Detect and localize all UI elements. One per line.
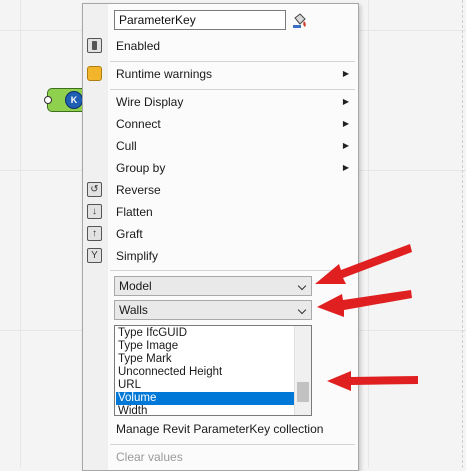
menu-item-manage-collection[interactable]: Manage Revit ParameterKey collection — [83, 418, 358, 440]
menu-item-label: Reverse — [116, 183, 161, 197]
chevron-down-icon — [297, 281, 307, 291]
paint-bucket-icon[interactable] — [291, 12, 309, 30]
simplify-icon: Y — [87, 248, 102, 263]
menu-item-group-by[interactable]: Group by ▶ — [83, 157, 358, 179]
dropdown-value: Walls — [119, 303, 148, 317]
menu-item-enabled[interactable]: Enabled — [83, 35, 358, 57]
menu-item-cull[interactable]: Cull ▶ — [83, 135, 358, 157]
annotation-arrows — [315, 244, 418, 391]
dropdown-value: Model — [119, 279, 152, 293]
canvas-grid-line — [20, 0, 21, 468]
parameter-key-component[interactable]: K — [44, 88, 87, 112]
reverse-icon: ↺ — [87, 182, 102, 197]
graft-icon: ↑ — [87, 226, 102, 241]
menu-item-flatten[interactable]: ↓ Flatten — [83, 201, 358, 223]
flatten-icon: ↓ — [87, 204, 102, 219]
menu-separator — [110, 89, 355, 90]
menu-item-label: Simplify — [116, 249, 159, 263]
submenu-arrow-icon: ▶ — [342, 69, 349, 78]
listbox-scrollbar[interactable] — [294, 326, 311, 415]
list-item[interactable]: Unconnected Height — [116, 366, 298, 379]
menu-item-label: Wire Display — [116, 95, 184, 109]
model-dropdown[interactable]: Model — [114, 276, 312, 296]
parameter-listbox[interactable]: Type IfcGUID Type Image Type Mark Unconn… — [114, 325, 312, 416]
category-dropdown[interactable]: Walls — [114, 300, 312, 320]
menu-separator — [110, 61, 355, 62]
menu-separator — [110, 444, 355, 445]
menu-item-label: Runtime warnings — [116, 67, 213, 81]
list-item[interactable]: Width — [116, 405, 298, 415]
annotation-arrow-model — [315, 244, 412, 284]
list-item[interactable]: URL — [116, 379, 298, 392]
name-input[interactable] — [114, 10, 286, 30]
list-item[interactable]: Type IfcGUID — [116, 327, 298, 340]
list-item-selected[interactable]: Volume — [116, 392, 298, 405]
menu-item-label: Graft — [116, 227, 143, 241]
context-menu: Enabled Runtime warnings ▶ Wire Display … — [82, 3, 359, 471]
submenu-arrow-icon: ▶ — [342, 141, 349, 150]
component-badge: K — [65, 91, 83, 109]
submenu-arrow-icon: ▶ — [342, 97, 349, 106]
annotation-arrow-category — [317, 290, 412, 317]
list-item[interactable]: Type Mark — [116, 353, 298, 366]
menu-item-wire-display[interactable]: Wire Display ▶ — [83, 91, 358, 113]
menu-item-runtime-warnings[interactable]: Runtime warnings ▶ — [83, 63, 358, 85]
menu-item-connect[interactable]: Connect ▶ — [83, 113, 358, 135]
warning-icon — [87, 66, 102, 81]
menu-item-label: Enabled — [116, 39, 161, 53]
menu-item-label: Flatten — [116, 205, 153, 219]
menu-item-label: Connect — [116, 117, 161, 131]
menu-item-label: Manage Revit ParameterKey collection — [116, 422, 324, 436]
menu-item-label: Clear values — [116, 450, 183, 464]
input-port[interactable] — [44, 96, 52, 104]
annotation-arrow-list — [327, 371, 418, 391]
submenu-arrow-icon: ▶ — [342, 119, 349, 128]
submenu-arrow-icon: ▶ — [342, 163, 349, 172]
list-item[interactable]: Type Image — [116, 340, 298, 353]
chevron-down-icon — [297, 305, 307, 315]
menu-item-label: Cull — [116, 139, 137, 153]
toggle-icon — [87, 38, 102, 53]
menu-item-clear-values: Clear values — [83, 446, 358, 468]
menu-item-reverse[interactable]: ↺ Reverse — [83, 179, 358, 201]
scrollbar-thumb[interactable] — [297, 382, 309, 402]
menu-item-label: Group by — [116, 161, 166, 175]
